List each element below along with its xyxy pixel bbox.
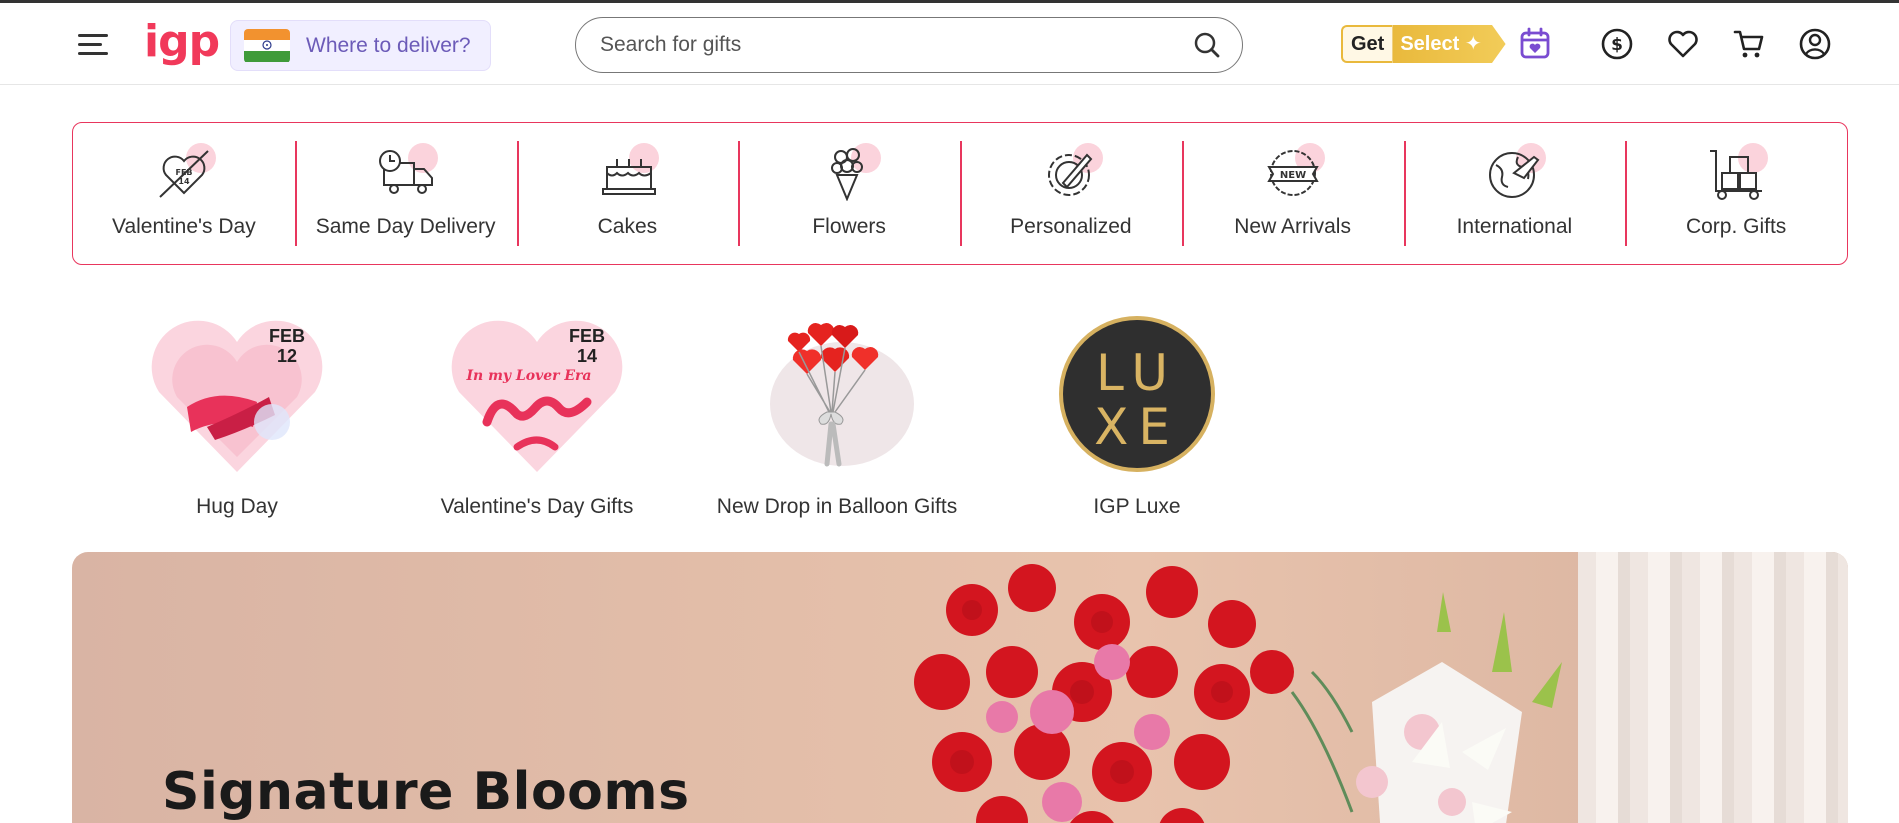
category-valentines-day[interactable]: FEB 14 Valentine's Day (73, 123, 295, 264)
india-flag-icon (244, 28, 290, 63)
flower-bouquet-icon (831, 148, 864, 201)
category-same-day-delivery[interactable]: Same Day Delivery (294, 123, 517, 264)
category-corp-gifts[interactable]: Corp. Gifts (1625, 123, 1847, 264)
luxe-bottom-text: XE (1094, 398, 1180, 456)
new-badge-icon: NEW (1266, 150, 1319, 196)
category-label: Flowers (812, 215, 886, 238)
svg-text:NEW: NEW (1280, 170, 1306, 181)
art-text: In my Lover Era (465, 368, 591, 384)
flower-bouquet-image (914, 564, 1562, 823)
search-icon[interactable] (1192, 30, 1222, 60)
valentine-heart-icon: FEB 14 (159, 150, 209, 198)
search-input[interactable] (600, 33, 1192, 57)
tile-label: IGP Luxe (1093, 495, 1181, 518)
site-header: igp Where to deliver? Get Select ✦ $ (0, 3, 1899, 85)
get-label: Get (1341, 25, 1393, 63)
category-cakes[interactable]: Cakes (516, 123, 739, 264)
tile-igp-luxe[interactable]: LU XE IGP Luxe (1017, 312, 1257, 519)
get-select-button[interactable]: Get Select ✦ (1341, 25, 1506, 63)
category-new-arrivals[interactable]: NEW New Arrivals (1181, 123, 1404, 264)
igp-luxe-image: LU XE (1047, 312, 1227, 477)
hug-day-image: FEB 12 (147, 312, 327, 477)
tile-label: Hug Day (196, 495, 278, 518)
date-badge: FEB 14 (569, 326, 605, 366)
currency-icon[interactable]: $ (1600, 27, 1634, 61)
banner-title: Signature Blooms (162, 762, 690, 822)
svg-text:$: $ (1611, 35, 1623, 55)
igp-logo[interactable]: igp (144, 17, 220, 67)
personalized-gear-icon (1047, 153, 1093, 196)
delivery-truck-icon (378, 150, 433, 194)
calendar-heart-icon[interactable] (1518, 27, 1552, 61)
hero-banner[interactable]: Signature Blooms (72, 552, 1848, 823)
wishlist-heart-icon[interactable] (1666, 27, 1700, 61)
globe-plane-icon (1489, 152, 1540, 198)
category-label: New Arrivals (1234, 215, 1351, 238)
date-badge: FEB 12 (269, 326, 305, 366)
valentines-gifts-image: In my Lover Era FEB 14 (447, 312, 627, 477)
account-icon[interactable] (1798, 27, 1832, 61)
tile-new-drop-balloon-gifts[interactable]: New Drop in Balloon Gifts (717, 312, 957, 519)
category-label: Corp. Gifts (1685, 215, 1787, 238)
category-label: Cakes (597, 215, 658, 238)
category-label: Same Day Delivery (315, 215, 496, 238)
category-bar: FEB 14 Valentine's Day Same Day Delivery (72, 122, 1848, 265)
category-label: International (1456, 215, 1573, 238)
category-flowers[interactable]: Flowers (738, 123, 960, 264)
tile-label: New Drop in Balloon Gifts (716, 495, 958, 518)
tile-hug-day[interactable]: FEB 12 Hug Day (117, 312, 357, 519)
category-international[interactable]: International (1403, 123, 1626, 264)
cart-icon[interactable] (1732, 27, 1766, 61)
corporate-trolley-icon (1710, 150, 1763, 200)
tile-label: Valentine's Day Gifts (440, 495, 634, 518)
category-label: Personalized (1010, 215, 1132, 238)
select-label: Select ✦ (1392, 25, 1506, 63)
cake-icon (602, 159, 657, 195)
luxe-top-text: LU (1096, 344, 1178, 402)
search-bar (575, 17, 1243, 73)
category-personalized[interactable]: Personalized (960, 123, 1182, 264)
tile-valentines-day-gifts[interactable]: In my Lover Era FEB 14 Valentine's Day Gi… (417, 312, 657, 519)
category-label: Valentine's Day (112, 215, 256, 238)
hamburger-menu-icon[interactable] (76, 31, 110, 59)
deliver-location-label: Where to deliver? (306, 33, 471, 57)
balloon-gifts-image (747, 312, 927, 477)
deliver-location-button[interactable]: Where to deliver? (230, 20, 491, 71)
